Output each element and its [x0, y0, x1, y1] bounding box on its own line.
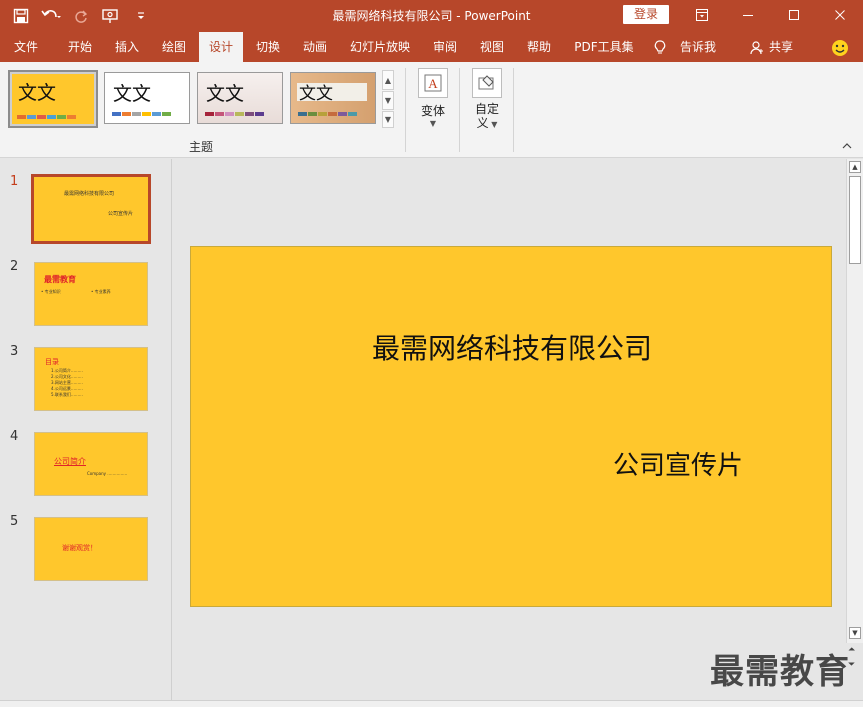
slide-number: 1	[10, 174, 19, 189]
tab-transitions[interactable]: 切换	[246, 32, 290, 62]
tab-design[interactable]: 设计	[199, 32, 243, 62]
tab-help[interactable]: 帮助	[517, 32, 561, 62]
theme-sample-text: 文文	[18, 82, 57, 104]
share-button[interactable]: 共享	[766, 32, 796, 62]
slide-thumbnail-4[interactable]: 公司简介 Company ……………	[34, 432, 148, 496]
slide-title[interactable]: 最需网络科技有限公司	[191, 327, 833, 367]
slide-thumbnails-pane: 1 最需网络科技有限公司 公司宣传片 2 最需教育 • 专业知识 • 专业素养 …	[0, 159, 172, 700]
theme-color-bar	[298, 112, 357, 116]
thumb-text: 公司简介	[54, 457, 86, 466]
thumb-text: 5.联系我们………	[51, 392, 83, 397]
slide-number: 5	[10, 514, 19, 529]
thumb-text: Company ……………	[87, 471, 128, 476]
customize-label-line1: 自定	[474, 102, 499, 116]
slide-number: 2	[10, 259, 19, 274]
start-from-beginning-icon[interactable]	[98, 5, 124, 27]
ribbon-separator	[459, 68, 460, 152]
thumb-text: 公司宣传片	[108, 211, 134, 217]
theme-thumbnail-current[interactable]: 文文	[8, 70, 98, 128]
thumb-text: 2.公司文化………	[51, 374, 83, 379]
thumb-text: 1.公司简介………	[51, 368, 83, 373]
slide-thumbnail-5[interactable]: 谢谢观赏！	[34, 517, 148, 581]
thumb-text: 最需网络科技有限公司	[64, 191, 115, 197]
tab-draw[interactable]: 绘图	[152, 32, 196, 62]
customize-button[interactable]: 自定义 ▼	[468, 68, 506, 132]
slide-thumbnail-3[interactable]: 目录 1.公司简介……… 2.公司文化……… 3.网站主营……… 4.公司远景……	[34, 347, 148, 411]
quick-access-toolbar	[8, 4, 154, 28]
redo-icon[interactable]	[68, 5, 94, 27]
lightbulb-icon[interactable]	[652, 32, 668, 62]
tell-me-search[interactable]: 告诉我	[676, 32, 720, 62]
slide-size-icon	[472, 68, 502, 98]
theme-sample-text: 文文	[299, 84, 333, 104]
customize-label-line2: 义	[476, 116, 489, 130]
theme-sample-text: 文文	[206, 83, 245, 105]
tab-slideshow[interactable]: 幻灯片放映	[344, 32, 416, 62]
chevron-down-icon: ▼	[429, 119, 437, 128]
theme-color-bar	[17, 115, 76, 119]
customize-qat-icon[interactable]	[128, 5, 154, 27]
theme-thumbnail-office[interactable]: 文文	[104, 72, 190, 124]
tab-file[interactable]: 文件	[4, 32, 48, 62]
theme-color-bar	[112, 112, 171, 116]
ribbon-design: 文文 文文 文文 文文 ▲ ▼ ▼ 主题 A 变体 ▼ 自定义 ▼	[0, 62, 863, 158]
svg-text:A: A	[428, 76, 438, 91]
close-icon[interactable]	[817, 0, 863, 30]
save-icon[interactable]	[8, 5, 34, 27]
tab-insert[interactable]: 插入	[105, 32, 149, 62]
gallery-scroll-up-icon[interactable]: ▲	[382, 70, 394, 90]
slide-number: 3	[10, 344, 19, 359]
tab-animations[interactable]: 动画	[293, 32, 337, 62]
tab-home[interactable]: 开始	[58, 32, 102, 62]
collapse-ribbon-icon[interactable]	[842, 142, 852, 153]
gallery-scroll-down-icon[interactable]: ▼	[382, 91, 394, 110]
thumb-text: 4.公司远景………	[51, 386, 83, 391]
customize-label: 自定义 ▼	[468, 102, 506, 132]
thumb-text: 目录	[45, 358, 59, 366]
thumb-text: • 专业知识	[41, 289, 61, 294]
slide-subtitle[interactable]: 公司宣传片	[613, 445, 743, 482]
ribbon-separator	[405, 68, 406, 152]
tab-view[interactable]: 视图	[470, 32, 514, 62]
variants-icon: A	[418, 68, 448, 98]
share-person-icon[interactable]	[748, 32, 766, 62]
theme-color-bar	[205, 112, 264, 116]
theme-thumbnail-pink[interactable]: 文文	[197, 72, 283, 124]
status-bar	[0, 700, 863, 707]
thumb-text: • 专业素养	[91, 289, 111, 294]
scrollbar-thumb[interactable]	[849, 176, 861, 264]
slide-thumbnail-2[interactable]: 最需教育 • 专业知识 • 专业素养	[34, 262, 148, 326]
ribbon-separator	[513, 68, 514, 152]
theme-thumbnail-brush[interactable]: 文文	[290, 72, 376, 124]
variants-label: 变体	[420, 104, 445, 118]
gallery-more-icon[interactable]: ▼	[382, 111, 394, 128]
thumb-text: 谢谢观赏！	[62, 544, 97, 552]
current-slide[interactable]: 最需网络科技有限公司 公司宣传片	[190, 246, 832, 607]
maximize-icon[interactable]	[771, 0, 817, 30]
slide-thumbnail-1[interactable]: 最需网络科技有限公司 公司宣传片	[31, 174, 151, 244]
smiley-feedback-icon[interactable]	[828, 32, 852, 62]
slide-number: 4	[10, 429, 19, 444]
login-button[interactable]: 登录	[623, 5, 669, 24]
variants-button[interactable]: A 变体 ▼	[414, 68, 452, 128]
tab-review[interactable]: 审阅	[423, 32, 467, 62]
ribbon-display-options-icon[interactable]	[679, 0, 725, 30]
ribbon-tabs: 文件 开始 插入 绘图 设计 切换 动画 幻灯片放映 审阅 视图 帮助 PDF工…	[0, 32, 863, 62]
undo-icon[interactable]	[38, 5, 64, 27]
tab-pdf-tools[interactable]: PDF工具集	[568, 32, 640, 62]
theme-sample-text: 文文	[113, 83, 152, 105]
title-bar: 最需网络科技有限公司 - PowerPoint 登录	[0, 0, 863, 32]
minimize-icon[interactable]	[725, 0, 771, 30]
themes-group-label: 主题	[188, 140, 213, 154]
vertical-scrollbar[interactable]: ▲ ▼	[846, 159, 863, 643]
thumb-text: 最需教育	[44, 275, 76, 284]
chevron-down-icon: ▼	[488, 120, 498, 129]
scroll-up-icon[interactable]: ▲	[849, 161, 861, 173]
scroll-down-icon[interactable]: ▼	[849, 627, 861, 639]
watermark: 最需教育	[710, 652, 850, 692]
thumb-text: 3.网站主营………	[51, 380, 83, 385]
